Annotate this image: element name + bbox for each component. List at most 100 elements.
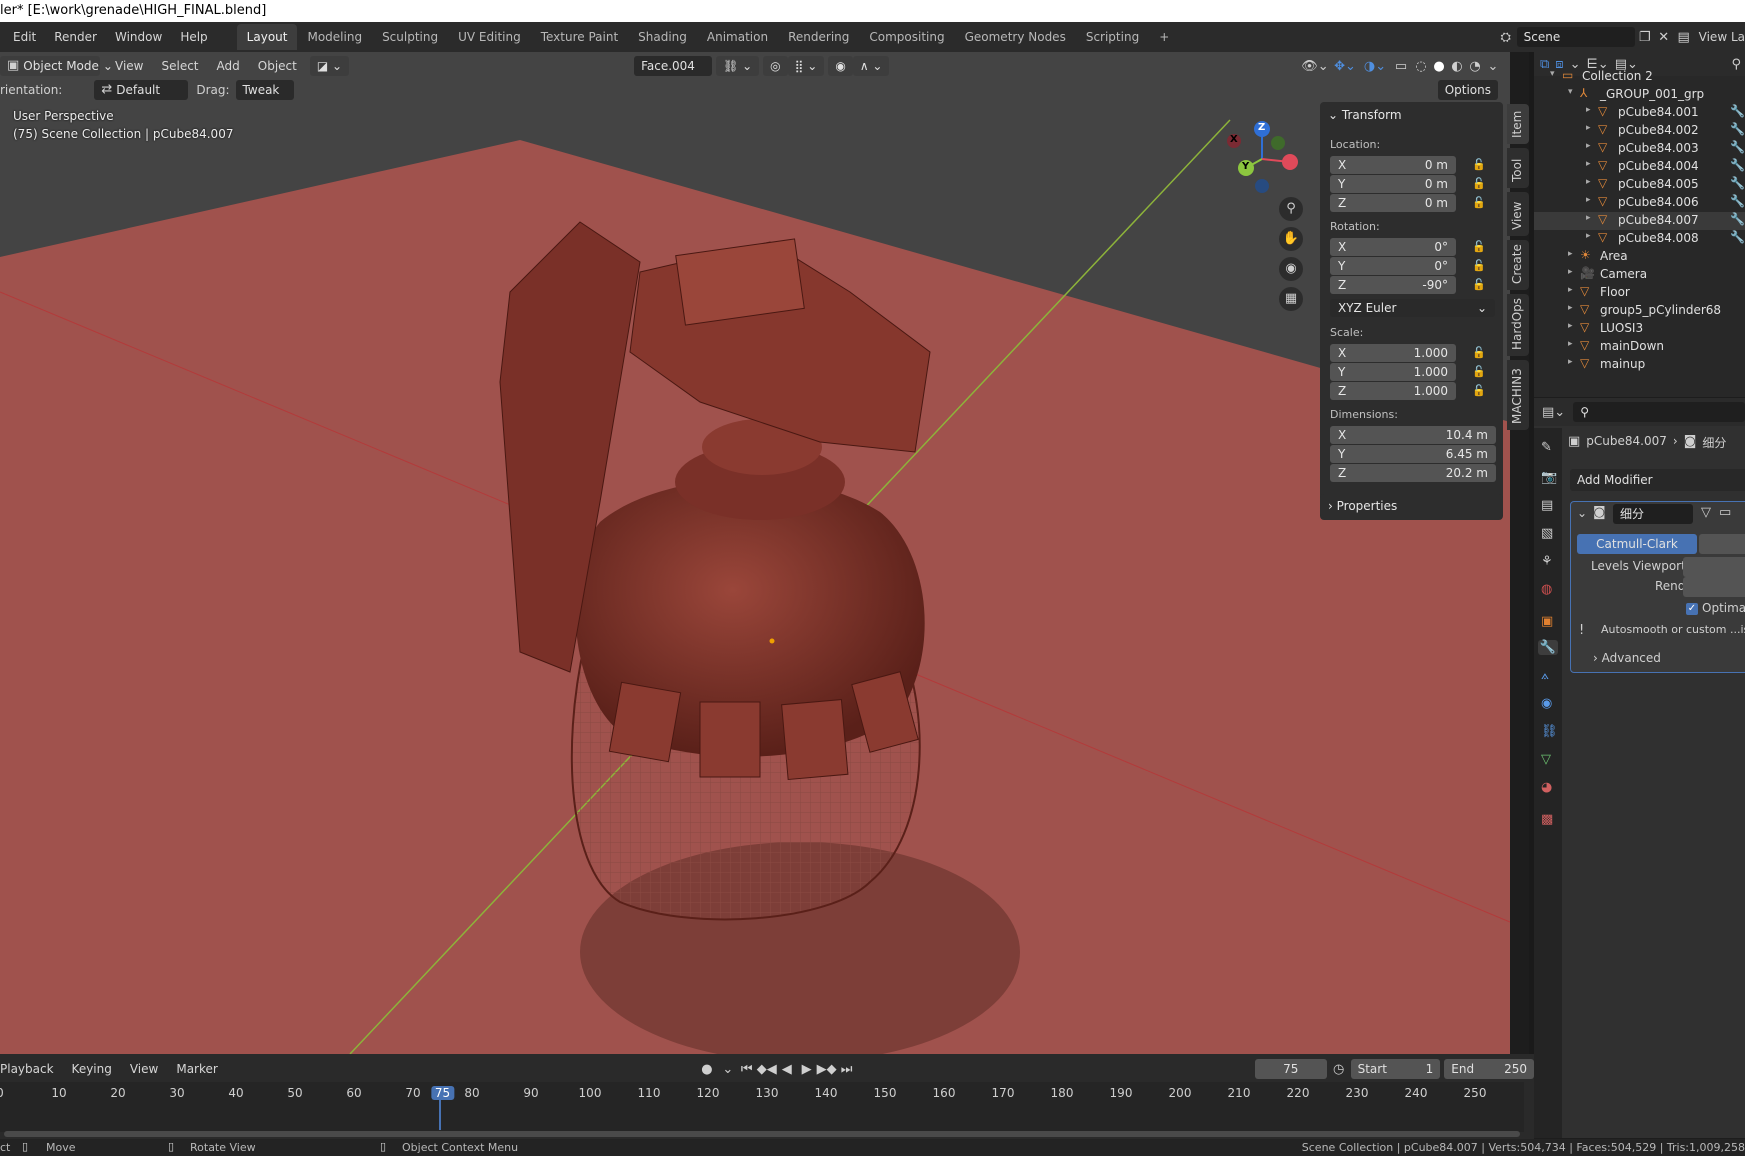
outliner-row[interactable]: ▸ ▽ pCube84.002 🔧	[1534, 122, 1745, 140]
outliner-item-label[interactable]: pCube84.006	[1618, 195, 1699, 209]
3d-viewport[interactable]: User Perspective (75) Scene Collection |…	[0, 52, 1510, 1054]
expand-arrow-icon[interactable]: ▸	[1568, 339, 1573, 349]
drag-dropdown[interactable]: Tweak	[235, 80, 294, 100]
tab-texture-paint[interactable]: Texture Paint	[531, 24, 628, 50]
xray-icon[interactable]: ▭	[1390, 59, 1412, 74]
properties-editor-icon[interactable]: ▤⌄	[1542, 405, 1565, 420]
viewport-menu-view[interactable]: View	[106, 59, 152, 73]
tab-modeling[interactable]: Modeling	[297, 24, 372, 50]
playhead-line[interactable]	[439, 1100, 441, 1130]
modifier-wrench-icon[interactable]: 🔧	[1730, 158, 1745, 172]
outliner-row[interactable]: ▸ ▽ group5_pCylinder68	[1534, 302, 1745, 320]
tab-scripting[interactable]: Scripting	[1076, 24, 1149, 50]
tab-rendering[interactable]: Rendering	[778, 24, 859, 50]
rotation-z-field[interactable]: Z -90°	[1330, 276, 1456, 294]
scene-selector[interactable]: Scene	[1516, 27, 1635, 47]
play-icon[interactable]: ▶	[797, 1062, 817, 1077]
render-levels-field[interactable]	[1683, 577, 1745, 597]
outliner-item-label[interactable]: pCube84.001	[1618, 105, 1699, 119]
outliner-item-label[interactable]: pCube84.004	[1618, 159, 1699, 173]
close-scene-icon[interactable]: ✕	[1655, 30, 1673, 45]
outliner-row[interactable]: ▾ ⅄ _GROUP_001_grp	[1534, 86, 1745, 104]
properties-panel-header[interactable]: › Properties	[1320, 494, 1503, 518]
expand-arrow-icon[interactable]: ▸	[1586, 195, 1591, 205]
jump-end-icon[interactable]: ⏭	[837, 1062, 857, 1077]
location-z-field[interactable]: Z 0 m	[1330, 194, 1456, 212]
tab-shading[interactable]: Shading	[628, 24, 697, 50]
timeline-menu-marker[interactable]: Marker	[167, 1062, 226, 1076]
options-dropdown[interactable]: Options	[1437, 80, 1498, 100]
dimensions-y-field[interactable]: Y 6.45 m	[1330, 445, 1496, 463]
scale-x-field[interactable]: X 1.000	[1330, 344, 1456, 362]
camera-view-icon[interactable]: ◉	[1279, 257, 1303, 281]
outliner-row[interactable]: ▸ ▽ LUOSI3	[1534, 320, 1745, 338]
physics-icon[interactable]: ◉	[1541, 696, 1552, 711]
next-keyframe-icon[interactable]: ▶◆	[817, 1062, 837, 1077]
menu-edit[interactable]: Edit	[4, 30, 45, 44]
modifier-wrench-icon[interactable]: 🔧	[1730, 176, 1745, 190]
timeline-scrollbar[interactable]	[4, 1131, 1520, 1137]
menu-window[interactable]: Window	[106, 30, 171, 44]
mode-selector[interactable]: ▣ Object Mode ⌄	[0, 56, 113, 76]
tab-layout[interactable]: Layout	[236, 24, 298, 50]
outliner-row[interactable]: ▸ 🎥 Camera	[1534, 266, 1745, 284]
clock-icon[interactable]: ◷	[1327, 1062, 1351, 1077]
outliner-item-label[interactable]: group5_pCylinder68	[1600, 303, 1721, 317]
solid-shading-icon[interactable]: ●	[1430, 59, 1448, 74]
catmull-clark-button[interactable]: Catmull-Clark	[1577, 534, 1697, 554]
add-workspace-button[interactable]: +	[1149, 24, 1179, 50]
outliner-item-label[interactable]: pCube84.005	[1618, 177, 1699, 191]
tab-uv-editing[interactable]: UV Editing	[448, 24, 531, 50]
lock-icon[interactable]: 🔓	[1472, 158, 1486, 171]
expand-arrow-icon[interactable]: ▸	[1568, 267, 1573, 277]
outliner-item-label[interactable]: Floor	[1600, 285, 1630, 299]
edit-mode-toggle-icon[interactable]: ▽	[1701, 505, 1711, 520]
face-select-dropdown[interactable]: Face.004	[634, 56, 713, 76]
outliner-row[interactable]: ▾ ▭ Collection 2	[1534, 68, 1745, 86]
rendered-shading-icon[interactable]: ◔	[1466, 59, 1484, 74]
lock-icon[interactable]: 🔓	[1472, 278, 1486, 291]
location-x-field[interactable]: X 0 m	[1330, 156, 1456, 174]
viewport-menu-object[interactable]: Object	[249, 59, 306, 73]
material-icon[interactable]: ◕	[1541, 780, 1552, 795]
modifier-wrench-icon[interactable]: 🔧	[1538, 640, 1558, 655]
particles-icon[interactable]: ⟑	[1541, 668, 1549, 683]
data-icon[interactable]: ▽	[1541, 752, 1551, 767]
properties-search-field[interactable]: ⚲	[1573, 402, 1745, 422]
jump-start-icon[interactable]: ⏮	[737, 1062, 757, 1077]
outliner-item-label[interactable]: LUOSI3	[1600, 321, 1643, 335]
render-icon[interactable]: 📷	[1541, 470, 1557, 485]
snap-grid-icon[interactable]: ⣿ ⌄	[787, 56, 825, 76]
transform-pivot-button[interactable]: ◪ ⌄	[309, 56, 350, 76]
tab-geometry-nodes[interactable]: Geometry Nodes	[955, 24, 1076, 50]
outliner-row[interactable]: ▸ ▽ pCube84.005 🔧	[1534, 176, 1745, 194]
tool-icon[interactable]: ✎	[1541, 440, 1552, 455]
current-frame-marker[interactable]: 75	[430, 1086, 455, 1100]
outliner-row[interactable]: ▸ ▽ Floor	[1534, 284, 1745, 302]
tab-compositing[interactable]: Compositing	[859, 24, 954, 50]
view-layer-props-icon[interactable]: ▧	[1541, 526, 1553, 541]
dimensions-x-field[interactable]: X 10.4 m	[1330, 426, 1496, 444]
orientation-dropdown[interactable]: ⇄ Default	[94, 80, 189, 100]
outliner-item-label[interactable]: _GROUP_001_grp	[1600, 87, 1704, 101]
expand-arrow-icon[interactable]: ▾	[1568, 87, 1573, 97]
pan-hand-icon[interactable]: ✋	[1279, 227, 1303, 251]
outliner-item-label[interactable]: pCube84.008	[1618, 231, 1699, 245]
timeline-menu-keying[interactable]: Keying	[63, 1062, 121, 1076]
location-y-field[interactable]: Y 0 m	[1330, 175, 1456, 193]
levels-viewport-field[interactable]	[1683, 557, 1745, 577]
snap-magnet-icon[interactable]: ◎	[763, 56, 788, 76]
tab-hardops[interactable]: HardOps	[1507, 294, 1529, 356]
expand-arrow-icon[interactable]: ▸	[1586, 141, 1591, 151]
optimal-checkbox[interactable]: ✓	[1686, 603, 1698, 615]
expand-arrow-icon[interactable]: ▸	[1586, 177, 1591, 187]
outliner-row[interactable]: ▸ ▽ pCube84.004 🔧	[1534, 158, 1745, 176]
constraints-icon[interactable]: ⛓	[1541, 724, 1558, 739]
tab-view[interactable]: View	[1507, 192, 1529, 236]
outliner-row[interactable]: ▸ ▽ pCube84.006 🔧	[1534, 194, 1745, 212]
timeline-menu-playback[interactable]: Playback	[0, 1062, 63, 1076]
view-layer-name[interactable]: View La	[1695, 30, 1745, 44]
outliner-item-label[interactable]: Collection 2	[1582, 69, 1653, 83]
tab-tool[interactable]: Tool	[1507, 148, 1529, 188]
lock-icon[interactable]: 🔓	[1472, 240, 1486, 253]
